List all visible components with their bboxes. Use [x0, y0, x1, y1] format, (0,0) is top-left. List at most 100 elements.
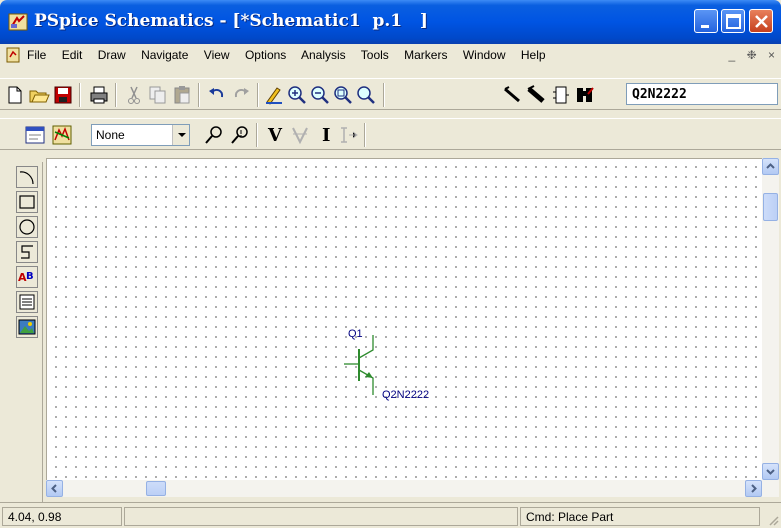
draw-arc-tool[interactable] — [16, 166, 38, 188]
close-icon — [755, 15, 768, 28]
scroll-left-button[interactable] — [46, 480, 63, 497]
part-name-input[interactable]: Q2N2222 — [626, 83, 778, 105]
save-button[interactable] — [52, 84, 74, 106]
bus-pencil-icon — [527, 85, 545, 103]
display-results-combo[interactable]: None — [91, 124, 190, 146]
menu-markers[interactable]: Markers — [404, 48, 447, 62]
svg-text:B: B — [26, 271, 34, 282]
menu-tools[interactable]: Tools — [361, 48, 389, 62]
draw-box-tool[interactable] — [16, 191, 38, 213]
mdi-minimize-button[interactable]: _ — [729, 48, 736, 62]
part-reference-label[interactable]: Q1 — [348, 328, 363, 340]
status-bar: 4.04, 0.98 Cmd: Place Part — [0, 502, 781, 528]
setup-analysis-button[interactable] — [24, 124, 46, 146]
schematic-canvas[interactable]: Q1 Q2N2222 — [46, 158, 762, 480]
mdi-restore-button[interactable]: ❉ — [747, 48, 757, 62]
open-folder-icon — [29, 90, 50, 103]
toolbar-separator — [79, 83, 81, 107]
current-into-pin-button[interactable] — [338, 124, 360, 146]
zoom-out-button[interactable] — [309, 84, 331, 106]
enable-bias-display-button[interactable] — [203, 124, 225, 146]
toolbar-separator — [364, 123, 366, 147]
insert-picture-tool[interactable] — [16, 316, 38, 338]
redraw-button[interactable] — [263, 84, 285, 106]
draw-block-button[interactable] — [550, 84, 572, 106]
show-selected-bias-button[interactable] — [229, 124, 251, 146]
chevron-down-icon[interactable] — [172, 125, 189, 145]
zoom-in-icon — [288, 86, 306, 104]
redo-button[interactable] — [230, 84, 252, 106]
current-marker-button[interactable]: I — [315, 124, 337, 146]
vertical-scrollbar[interactable] — [762, 158, 779, 480]
zoom-in-button[interactable] — [286, 84, 308, 106]
wire-pencil-icon — [504, 86, 520, 103]
copy-button[interactable] — [147, 84, 169, 106]
simulate-icon — [52, 125, 72, 145]
redo-icon — [234, 88, 249, 98]
scroll-right-button[interactable] — [745, 480, 762, 497]
open-button[interactable] — [28, 84, 50, 106]
menu-items: File Edit Draw Navigate View Options Ana… — [27, 48, 558, 62]
draw-bus-button[interactable] — [526, 84, 548, 106]
text-tool[interactable]: AB — [16, 266, 38, 288]
chevron-right-icon — [751, 484, 757, 493]
status-message — [124, 507, 518, 526]
zoom-out-icon — [311, 86, 329, 104]
print-button[interactable] — [88, 84, 110, 106]
menu-file[interactable]: File — [27, 48, 46, 62]
chevron-left-icon — [51, 484, 57, 493]
display-results-value: None — [96, 128, 125, 142]
menu-navigate[interactable]: Navigate — [141, 48, 188, 62]
menu-options[interactable]: Options — [245, 48, 286, 62]
part-value-label[interactable]: Q2N2222 — [382, 389, 429, 401]
mdi-close-button[interactable]: × — [768, 48, 775, 62]
circle-icon — [19, 219, 35, 235]
picture-icon — [18, 319, 36, 335]
horizontal-scrollbar[interactable] — [46, 480, 779, 497]
simulate-button[interactable] — [51, 124, 73, 146]
cut-button[interactable] — [123, 84, 145, 106]
minimize-icon — [701, 25, 709, 28]
minimize-button[interactable] — [694, 9, 718, 33]
menu-draw[interactable]: Draw — [98, 48, 126, 62]
menu-view[interactable]: View — [204, 48, 230, 62]
voltage-marker-button[interactable]: V — [264, 124, 286, 146]
maximize-icon — [726, 14, 741, 29]
undo-button[interactable] — [206, 84, 228, 106]
window-title: PSpice Schematics - [*Schematic1 p.1 ] — [34, 11, 428, 31]
zoom-area-button[interactable] — [332, 84, 354, 106]
voltage-differential-button[interactable] — [289, 124, 311, 146]
title-bar[interactable]: PSpice Schematics - [*Schematic1 p.1 ] — [0, 0, 781, 44]
draw-polyline-tool[interactable] — [16, 241, 38, 263]
voltage-differential-icon — [292, 127, 308, 145]
close-button[interactable] — [749, 9, 773, 33]
menu-edit[interactable]: Edit — [62, 48, 83, 62]
zoom-fit-button[interactable] — [355, 84, 377, 106]
transistor-q1-symbol[interactable] — [47, 159, 763, 481]
scissors-icon — [128, 86, 140, 104]
mdi-controls: _ ❉ × — [721, 48, 775, 62]
menu-bar: File Edit Draw Navigate View Options Ana… — [0, 44, 781, 66]
maximize-button[interactable] — [721, 9, 745, 33]
draw-wire-button[interactable] — [502, 84, 524, 106]
printer-icon — [90, 86, 108, 104]
text-box-tool[interactable] — [16, 291, 38, 313]
scroll-up-button[interactable] — [762, 158, 779, 175]
menu-analysis[interactable]: Analysis — [301, 48, 346, 62]
menu-help[interactable]: Help — [521, 48, 546, 62]
new-file-icon — [8, 86, 22, 104]
schematics-app-icon — [8, 13, 28, 31]
copy-icon — [149, 86, 166, 104]
new-button[interactable] — [4, 84, 26, 106]
vertical-scroll-thumb[interactable] — [763, 193, 778, 221]
scroll-down-button[interactable] — [762, 463, 779, 480]
paste-button[interactable] — [171, 84, 193, 106]
resize-grip-icon[interactable] — [767, 514, 779, 526]
get-new-part-button[interactable] — [574, 84, 596, 106]
menu-window[interactable]: Window — [463, 48, 506, 62]
draw-palette: AB — [12, 162, 43, 512]
rectangle-icon — [19, 195, 35, 209]
draw-circle-tool[interactable] — [16, 216, 38, 238]
horizontal-scroll-thumb[interactable] — [146, 481, 166, 496]
document-icon[interactable] — [5, 47, 21, 63]
